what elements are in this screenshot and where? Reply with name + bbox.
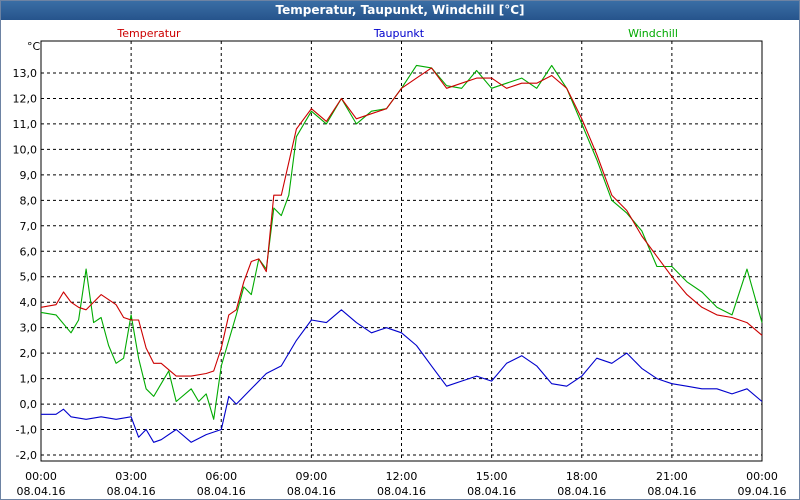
x-tick-date: 08.04.16 bbox=[107, 485, 156, 498]
y-tick-label: 10,0 bbox=[13, 143, 38, 156]
x-tick-date: 08.04.16 bbox=[197, 485, 246, 498]
x-tick-time: 00:00 bbox=[25, 470, 57, 483]
legend-taupunkt: Taupunkt bbox=[373, 27, 425, 40]
y-tick-label: 6,0 bbox=[20, 245, 38, 258]
y-tick-label: 1,0 bbox=[20, 373, 38, 386]
x-tick-time: 03:00 bbox=[115, 470, 147, 483]
y-tick-label: 11,0 bbox=[13, 118, 38, 131]
x-tick-date: 08.04.16 bbox=[647, 485, 696, 498]
x-tick-date: 09.04.16 bbox=[738, 485, 787, 498]
y-tick-label: 2,0 bbox=[20, 347, 38, 360]
y-tick-label: 13,0 bbox=[13, 67, 38, 80]
x-tick-date: 08.04.16 bbox=[17, 485, 66, 498]
y-tick-label: 5,0 bbox=[20, 271, 38, 284]
y-tick-label: 3,0 bbox=[20, 322, 38, 335]
x-axis-ticks: 00:00 08.04.16 03:00 08.04.16 06:00 08.04.16 0… bbox=[17, 470, 787, 498]
x-tick-time: 18:00 bbox=[566, 470, 598, 483]
y-axis-ticks: -2,0 -1,0 0,0 1,0 2,0 3,0 4,0 5,0 6,0 7,0 8,0 9,0 10… bbox=[13, 67, 38, 462]
y-tick-label: 0,0 bbox=[20, 398, 38, 411]
legend-windchill: Windchill bbox=[628, 27, 678, 40]
x-tick-date: 08.04.16 bbox=[287, 485, 336, 498]
line-chart: -2,0 -1,0 0,0 1,0 2,0 3,0 4,0 5,0 6,0 7,0 8,0 9,0 10… bbox=[13, 27, 787, 498]
y-tick-label: -1,0 bbox=[16, 424, 37, 437]
y-tick-label: 8,0 bbox=[20, 194, 38, 207]
chart-window: Temperatur, Taupunkt, Windchill [°C] -2,… bbox=[0, 0, 800, 500]
x-tick-time: 21:00 bbox=[656, 470, 688, 483]
y-axis-unit: °C bbox=[27, 40, 41, 53]
x-tick-time: 06:00 bbox=[205, 470, 237, 483]
legend: Temperatur Taupunkt Windchill bbox=[116, 27, 678, 40]
x-tick-time: 15:00 bbox=[476, 470, 508, 483]
y-tick-label: -2,0 bbox=[16, 449, 37, 462]
y-tick-label: 7,0 bbox=[20, 220, 38, 233]
y-tick-label: 12,0 bbox=[13, 92, 38, 105]
x-tick-date: 08.04.16 bbox=[467, 485, 516, 498]
x-tick-date: 08.04.16 bbox=[557, 485, 606, 498]
x-tick-time: 00:00 bbox=[746, 470, 778, 483]
x-tick-time: 09:00 bbox=[296, 470, 328, 483]
legend-temperatur: Temperatur bbox=[116, 27, 181, 40]
x-tick-date: 08.04.16 bbox=[377, 485, 426, 498]
x-tick-time: 12:00 bbox=[386, 470, 418, 483]
y-tick-label: 9,0 bbox=[20, 169, 38, 182]
y-tick-label: 4,0 bbox=[20, 296, 38, 309]
